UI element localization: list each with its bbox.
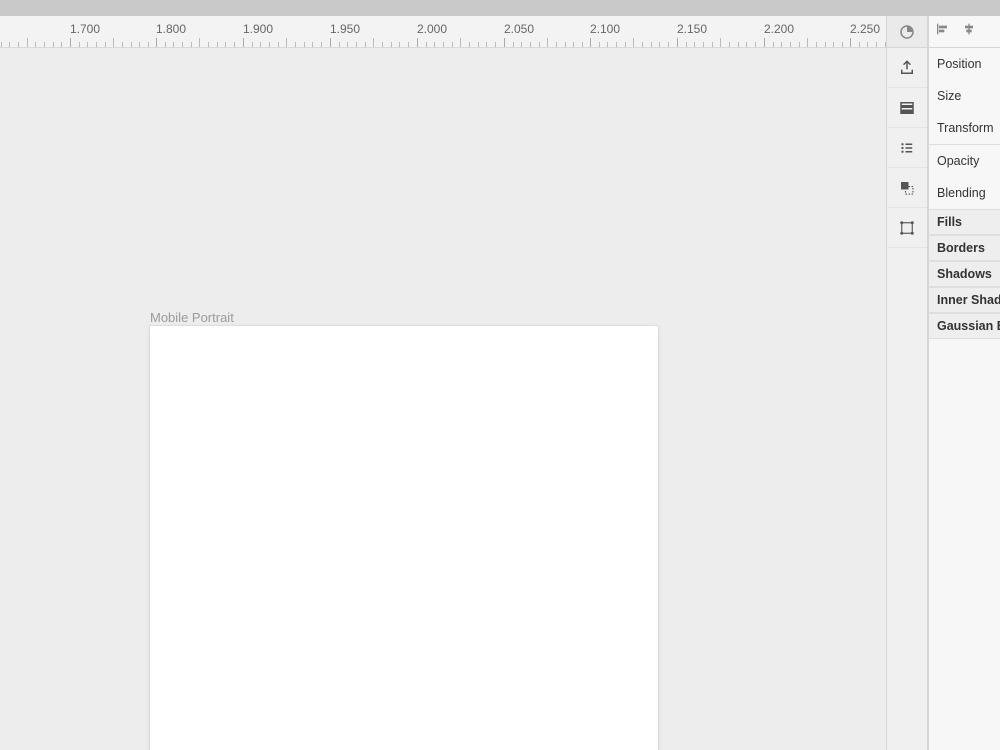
ruler-minor-tick xyxy=(113,38,114,48)
swatch-icon xyxy=(898,23,916,41)
inspector-shadows-section[interactable]: Shadows xyxy=(929,261,1000,287)
transform-icon xyxy=(898,219,916,237)
section-label: Gaussian Blur xyxy=(937,319,1000,333)
inspector-inner-shadows-section[interactable]: Inner Shadows xyxy=(929,287,1000,313)
inspector-gaussian-blur-section[interactable]: Gaussian Blur xyxy=(929,313,1000,339)
export-icon xyxy=(898,59,916,77)
list-icon xyxy=(898,139,916,157)
inspector-borders-section[interactable]: Borders xyxy=(929,235,1000,261)
selection-icon xyxy=(898,179,916,197)
align-center-icon xyxy=(961,21,977,37)
transform-button[interactable] xyxy=(887,208,927,248)
align-left-button[interactable] xyxy=(935,21,951,42)
toolwell-spacer xyxy=(887,16,927,48)
ruler-minor-tick xyxy=(199,38,200,48)
row-label: Position xyxy=(937,57,981,71)
ruler-label: 2.150 xyxy=(677,22,707,36)
export-button[interactable] xyxy=(887,48,927,88)
section-label: Inner Shadows xyxy=(937,293,1000,307)
row-label: Size xyxy=(937,89,961,103)
section-label: Fills xyxy=(937,215,962,229)
artboard[interactable] xyxy=(150,326,658,750)
swatch-button[interactable] xyxy=(887,16,927,48)
ruler-minor-tick xyxy=(286,38,287,48)
ruler-label: 2.250 xyxy=(850,22,880,36)
ruler-label: 1.900 xyxy=(243,22,273,36)
row-label: Transform xyxy=(937,121,994,135)
artboard-label[interactable]: Mobile Portrait xyxy=(150,310,234,325)
ruler-minor-tick xyxy=(373,38,374,48)
align-center-button[interactable] xyxy=(961,21,977,42)
layers-icon xyxy=(898,99,916,117)
ruler-minor-tick xyxy=(807,38,808,48)
horizontal-ruler: 1.700 1.800 1.900 1.950 2.000 2.050 2.100 2.150… xyxy=(0,16,886,48)
inspector-opacity-row[interactable]: Opacity xyxy=(929,145,1000,177)
canvas[interactable]: Mobile Portrait xyxy=(0,48,886,750)
section-label: Shadows xyxy=(937,267,992,281)
inspector-size-row[interactable]: Size xyxy=(929,80,1000,112)
ruler-label: 2.200 xyxy=(764,22,794,36)
section-label: Borders xyxy=(937,241,985,255)
ruler-label: 1.800 xyxy=(156,22,186,36)
inspector-position-row[interactable]: Position xyxy=(929,48,1000,80)
ruler-minor-tick xyxy=(633,38,634,48)
align-left-icon xyxy=(935,21,951,37)
ruler-label: 2.050 xyxy=(504,22,534,36)
inspector-blending-row[interactable]: Blending xyxy=(929,177,1000,209)
row-label: Blending xyxy=(937,186,986,200)
ruler-label: 1.950 xyxy=(330,22,360,36)
ruler-minor-tick xyxy=(460,38,461,48)
inspector-transform-row[interactable]: Transform xyxy=(929,112,1000,144)
ruler-label: 2.000 xyxy=(417,22,447,36)
layers-button[interactable] xyxy=(887,88,927,128)
ruler-minor-tick xyxy=(720,38,721,48)
ruler-label: 2.100 xyxy=(590,22,620,36)
right-toolwell xyxy=(886,16,928,750)
list-button[interactable] xyxy=(887,128,927,168)
alignment-controls xyxy=(929,16,1000,48)
window-toolbar xyxy=(0,0,1000,16)
row-label: Opacity xyxy=(937,154,979,168)
ruler-label: 1.700 xyxy=(70,22,100,36)
inspector-fills-section[interactable]: Fills xyxy=(929,209,1000,235)
inspector-panel: Position Size Transform Opacity Blending… xyxy=(928,16,1000,750)
selection-button[interactable] xyxy=(887,168,927,208)
ruler-minor-tick xyxy=(27,38,28,48)
ruler-minor-tick xyxy=(547,38,548,48)
